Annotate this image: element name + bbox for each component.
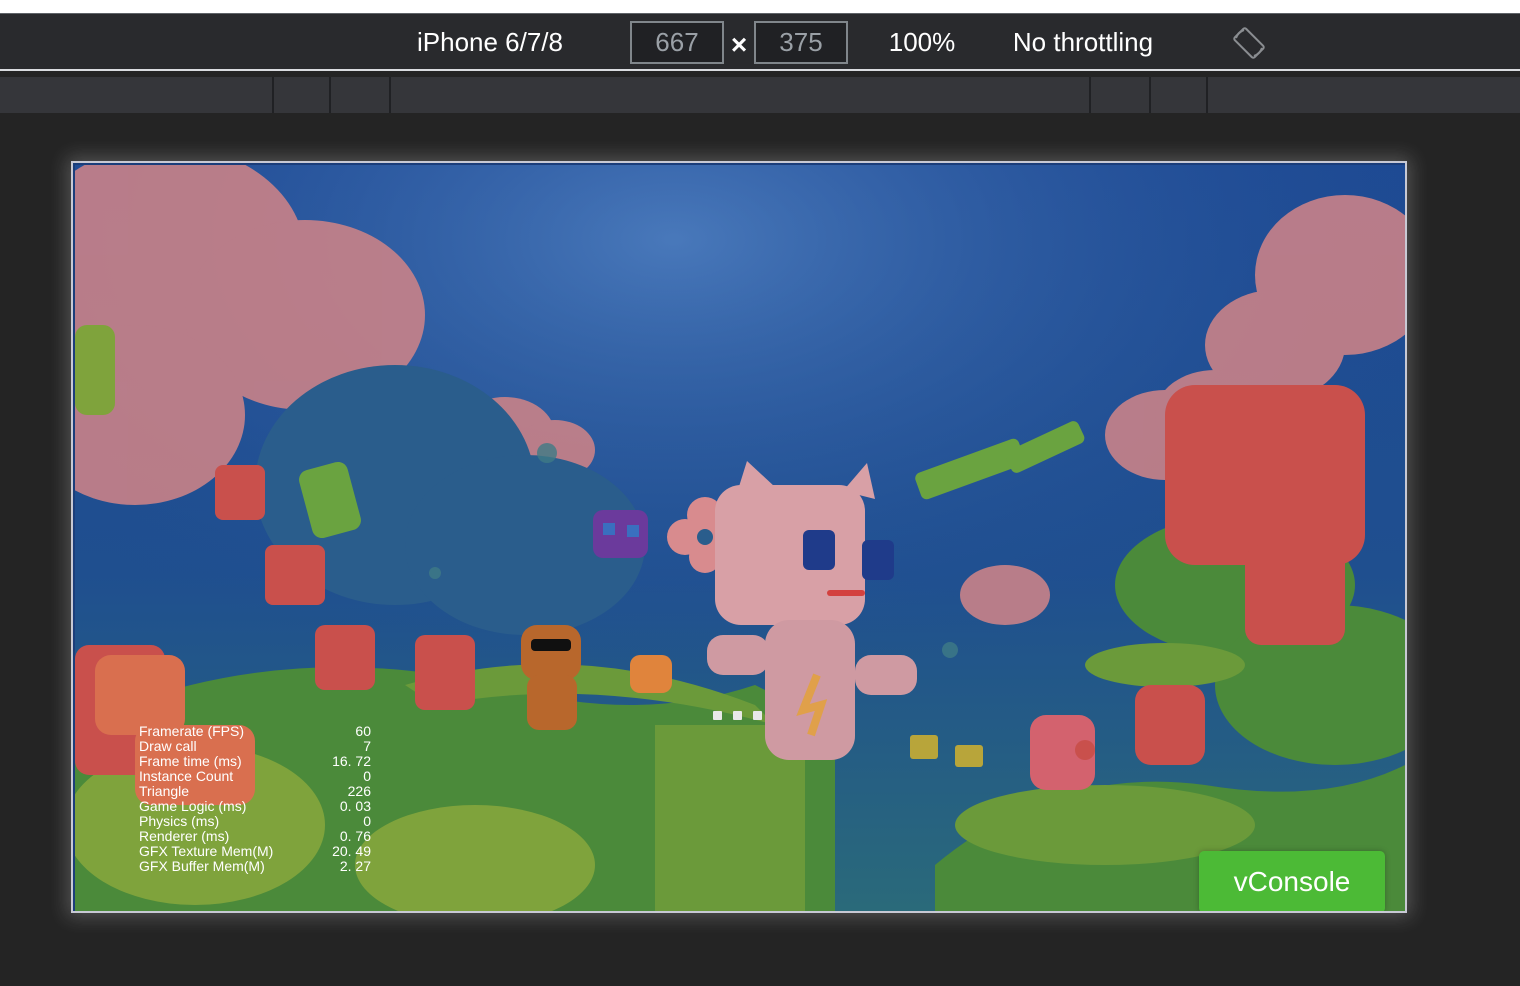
stat-value: 0. 76 [339,828,371,844]
device-toolbar: iPhone 6/7/8 × 100% No throttling [0,13,1520,71]
stat-label: Instance Count [139,768,234,784]
media-query-bar [0,77,1520,113]
stat-value: 20. 49 [332,843,371,859]
stat-label: Draw call [139,738,197,754]
top-strip [0,0,1520,13]
stat-value: 2. 27 [339,858,371,874]
stat-row: Game Logic (ms) 0. 03 [139,799,371,814]
throttle-select[interactable]: No throttling [1000,24,1166,60]
stat-value: 7 [363,738,371,754]
rotate-button[interactable] [1230,26,1268,60]
device-select[interactable]: iPhone 6/7/8 [400,24,580,60]
stat-value: 226 [347,783,371,799]
stats-panel: Framerate (FPS) 60 Draw call 7 Frame tim… [139,724,371,874]
stat-value: 0. 03 [339,798,371,814]
stat-label: Triangle [139,783,190,799]
media-query-divider [272,77,274,113]
zoom-select[interactable]: 100% [880,24,964,60]
media-query-divider [389,77,391,113]
loading-indicator [713,711,767,721]
stat-row: Physics (ms) 0 [139,814,371,829]
stat-label: GFX Texture Mem(M) [139,843,274,859]
height-input[interactable] [754,21,848,64]
stat-label: Frame time (ms) [139,753,242,769]
devtools-device-emulation: iPhone 6/7/8 × 100% No throttling [0,0,1520,986]
loading-dot [713,711,722,720]
stat-value: 16. 72 [332,753,371,769]
stat-row: GFX Texture Mem(M) 20. 49 [139,844,371,859]
stat-value: 0 [363,768,371,784]
stat-row: GFX Buffer Mem(M) 2. 27 [139,859,371,874]
stat-row: Renderer (ms) 0. 76 [139,829,371,844]
loading-dot [753,711,762,720]
stat-label: Physics (ms) [139,813,220,829]
device-viewport[interactable]: Framerate (FPS) 60 Draw call 7 Frame tim… [71,161,1407,913]
stat-value: 0 [363,813,371,829]
dimension-separator: × [730,29,748,60]
stat-row: Frame time (ms) 16. 72 [139,754,371,769]
media-query-divider [1206,77,1208,113]
media-query-divider [1089,77,1091,113]
stat-label: Game Logic (ms) [139,798,247,814]
loading-dot [733,711,742,720]
stat-row: Framerate (FPS) 60 [139,724,371,739]
rotate-icon [1233,27,1265,59]
stat-row: Draw call 7 [139,739,371,754]
media-query-divider [1149,77,1151,113]
media-query-divider [329,77,331,113]
stat-label: Framerate (FPS) [139,723,245,739]
stat-row: Instance Count 0 [139,769,371,784]
stat-row: Triangle 226 [139,784,371,799]
vconsole-button[interactable]: vConsole [1199,851,1385,911]
stat-value: 60 [355,723,371,739]
stat-label: GFX Buffer Mem(M) [139,858,265,874]
width-input[interactable] [630,21,724,64]
stat-label: Renderer (ms) [139,828,230,844]
